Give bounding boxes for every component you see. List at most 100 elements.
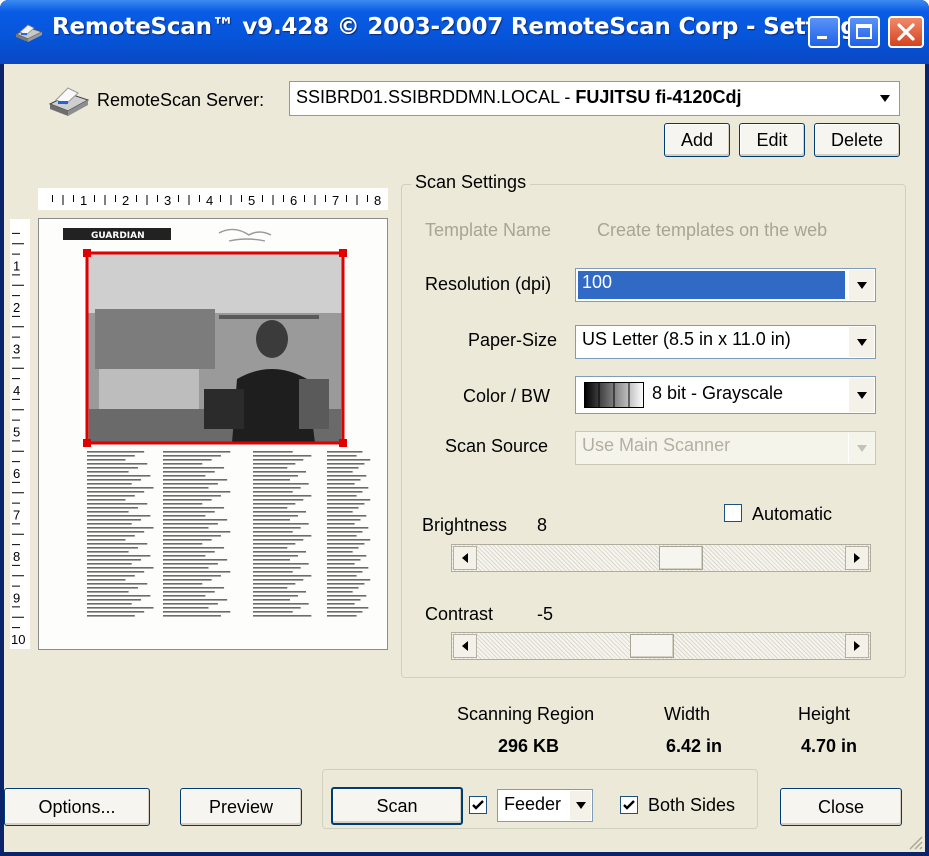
ruler-v-number: 8 (13, 549, 20, 564)
chevron-down-icon (575, 802, 586, 809)
grayscale-swatch-icon (584, 382, 644, 408)
ruler-v-number: 9 (13, 591, 20, 606)
server-device: FUJITSU fi-4120Cdj (575, 87, 742, 107)
feeder-checkbox[interactable] (469, 796, 487, 814)
ruler-v-number: 4 (13, 383, 20, 398)
ruler-h-number: 4 (206, 193, 213, 208)
ruler-v-number: 7 (13, 508, 20, 523)
arrow-left-icon (462, 553, 468, 563)
both-sides-checkbox[interactable] (620, 796, 638, 814)
brightness-left-arrow[interactable] (453, 546, 477, 570)
ruler-v-number: 5 (13, 425, 20, 440)
arrow-left-icon (462, 641, 468, 651)
edit-server-button[interactable]: Edit (739, 123, 805, 157)
contrast-value: -5 (537, 604, 554, 624)
paper-size-label: Paper-Size (468, 330, 558, 350)
app-window: RemoteScan™ v9.428 © 2003-2007 RemoteSca… (0, 0, 929, 856)
color-mode-dropdown-arrow[interactable] (848, 378, 874, 412)
scan-source-dropdown-arrow (848, 433, 874, 463)
scan-preview[interactable]: GUARDIAN (38, 218, 388, 650)
dialog-body: RemoteScan Server: SSIBRD01.SSIBRDDMN.LO… (4, 64, 925, 852)
maximize-button[interactable] (848, 16, 880, 48)
ruler-h-number: 5 (248, 193, 255, 208)
brightness-slider[interactable] (451, 544, 871, 572)
scan-source-value: Use Main Scanner (582, 435, 731, 455)
scan-settings-title: Scan Settings (411, 172, 531, 193)
server-dropdown-arrow[interactable] (872, 83, 898, 114)
brightness-right-arrow[interactable] (845, 546, 869, 570)
vertical-ruler: 1 2 3 4 5 6 7 8 9 10 (10, 219, 30, 649)
contrast-left-arrow[interactable] (453, 634, 477, 658)
both-sides-label: Both Sides (648, 795, 736, 815)
contrast-right-arrow[interactable] (845, 634, 869, 658)
arrow-right-icon (854, 553, 860, 563)
color-mode-select[interactable]: 8 bit - Grayscale (575, 376, 876, 414)
ruler-h-number: 2 (122, 193, 129, 208)
preview-page-image: GUARDIAN (63, 228, 371, 617)
ruler-v-number: 6 (13, 466, 20, 481)
automatic-label: Automatic (752, 504, 833, 524)
contrast-slider[interactable] (451, 632, 871, 660)
ruler-v-number: 10 (11, 632, 25, 647)
paper-size-dropdown-arrow[interactable] (848, 327, 874, 357)
maximize-icon (856, 24, 872, 39)
paper-size-select[interactable]: US Letter (8.5 in x 11.0 in) (575, 325, 876, 359)
resize-grip-icon[interactable] (907, 834, 923, 850)
close-window-button[interactable] (888, 16, 924, 48)
server-value: SSIBRD01.SSIBRDDMN.LOCAL - FUJITSU fi-41… (296, 87, 741, 108)
ruler-h-number: 7 (332, 193, 339, 208)
brightness-thumb[interactable] (659, 546, 704, 570)
scanning-region-label: Scanning Region (457, 704, 595, 724)
chevron-down-icon (856, 338, 867, 346)
delete-server-button[interactable]: Delete (814, 123, 900, 157)
resolution-label: Resolution (dpi) (425, 274, 552, 294)
checkmark-icon (623, 800, 635, 810)
server-label: RemoteScan Server: (97, 90, 265, 110)
ruler-h-number: 3 (164, 193, 171, 208)
scanner-server-icon (48, 87, 90, 116)
resolution-dropdown-arrow[interactable] (848, 270, 874, 300)
add-server-button[interactable]: Add (664, 123, 730, 157)
scanner-icon (14, 24, 44, 42)
paper-size-value: US Letter (8.5 in x 11.0 in) (582, 329, 791, 349)
resolution-value: 100 (582, 272, 613, 292)
close-button[interactable]: Close (780, 788, 902, 826)
contrast-thumb[interactable] (630, 634, 675, 658)
feeder-select[interactable]: Feeder (497, 789, 593, 822)
window-title: RemoteScan™ v9.428 © 2003-2007 RemoteSca… (52, 14, 871, 40)
minimize-button[interactable] (808, 16, 840, 48)
ruler-v-number: 3 (13, 342, 20, 357)
server-host: SSIBRD01.SSIBRDDMN.LOCAL - (296, 87, 576, 107)
height-value: 4.70 in (801, 736, 858, 756)
ruler-h-number: 8 (374, 193, 381, 208)
width-label: Width (664, 704, 711, 724)
scan-button[interactable]: Scan (331, 787, 463, 825)
ruler-v-number: 2 (13, 300, 20, 315)
template-name-label: Template Name (425, 220, 552, 240)
chevron-down-icon (856, 391, 867, 399)
chevron-down-icon (880, 95, 890, 102)
automatic-checkbox[interactable] (724, 504, 742, 522)
resolution-select[interactable]: 100 (575, 268, 876, 302)
height-label: Height (798, 704, 851, 724)
ruler-h-number: 1 (80, 193, 87, 208)
checkmark-icon (472, 800, 484, 810)
server-select[interactable]: SSIBRD01.SSIBRDDMN.LOCAL - FUJITSU fi-41… (289, 81, 900, 116)
chevron-down-icon (856, 281, 867, 289)
feeder-dropdown-arrow[interactable] (569, 791, 591, 820)
brightness-value: 8 (537, 515, 548, 535)
title-bar[interactable]: RemoteScan™ v9.428 © 2003-2007 RemoteSca… (0, 0, 929, 64)
feeder-value: Feeder (504, 794, 562, 814)
preview-button[interactable]: Preview (180, 788, 302, 826)
scan-source-label: Scan Source (445, 436, 549, 456)
horizontal-ruler: 1 2 3 4 5 6 7 8 (38, 188, 388, 210)
template-hint-link[interactable]: Create templates on the web (597, 220, 827, 241)
chevron-down-icon (856, 444, 867, 452)
width-value: 6.42 in (666, 736, 723, 756)
arrow-right-icon (854, 641, 860, 651)
ruler-v-number: 1 (13, 259, 20, 274)
scan-source-select: Use Main Scanner (575, 431, 876, 465)
close-icon (897, 23, 915, 41)
brightness-label: Brightness (422, 515, 508, 535)
options-button[interactable]: Options... (4, 788, 150, 826)
